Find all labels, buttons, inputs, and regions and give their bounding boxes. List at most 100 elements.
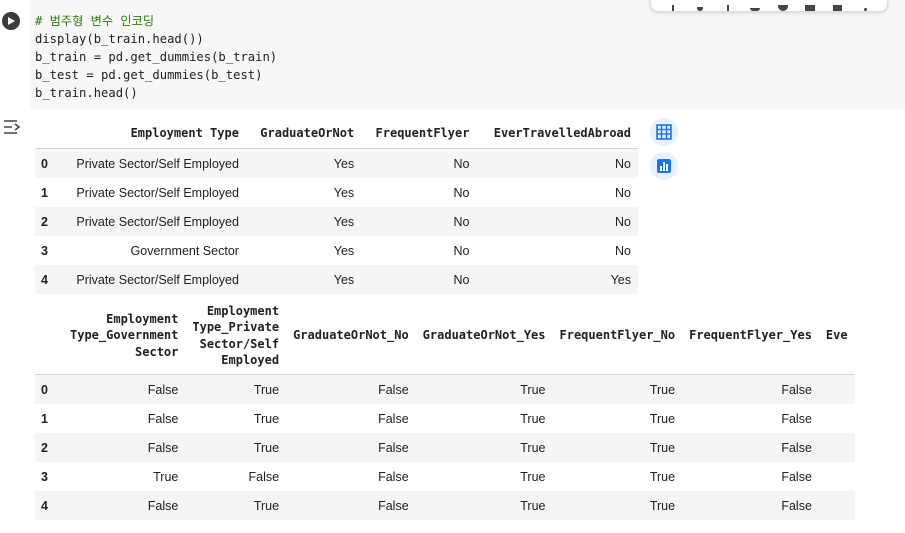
delete-icon[interactable] <box>831 1 845 11</box>
column-header: FrequentFlyer <box>361 118 477 149</box>
convert-to-interactive-table-button[interactable] <box>650 118 678 146</box>
table-row: 3 True False False True True False <box>35 462 855 491</box>
row-index: 3 <box>41 469 48 484</box>
header-line: Employment <box>106 311 179 326</box>
dataframe-output-2: Employment Type_Government Sector Employ… <box>35 297 855 520</box>
table-cell: False <box>781 469 812 484</box>
play-icon <box>8 17 15 25</box>
table-cell: True <box>253 411 280 426</box>
more-icon[interactable] <box>858 1 872 11</box>
code-line: b_test = pd.get_dummies(b_test) <box>35 68 263 82</box>
row-index: 4 <box>41 498 48 513</box>
table-cell: Yes <box>610 272 631 287</box>
table-cell: True <box>520 440 546 455</box>
table-cell: Yes <box>333 156 355 171</box>
code-line: # 범주형 변수 인코딩 <box>35 14 155 28</box>
column-header <box>35 118 58 149</box>
table-row: 0 Private Sector/Self Employed Yes No No <box>35 148 638 178</box>
column-header: GraduateOrNot_Yes <box>415 297 553 375</box>
table-cell: True <box>153 469 179 484</box>
code-editor[interactable]: # 범주형 변수 인코딩 display(b_train.head()) b_t… <box>30 0 905 110</box>
row-index: 2 <box>41 214 48 229</box>
arrow-up-icon[interactable] <box>666 1 680 11</box>
table-cell: True <box>649 498 676 513</box>
table-icon <box>656 124 672 140</box>
table-header-row: Employment Type GraduateOrNot FrequentFl… <box>35 118 638 149</box>
output-toggle-icon[interactable] <box>3 119 23 135</box>
header-line: Employment <box>206 303 280 318</box>
table-row: 4 Private Sector/Self Employed Yes No Ye… <box>35 265 638 294</box>
gear-icon[interactable] <box>776 1 790 11</box>
column-header <box>35 297 63 375</box>
table-cell: False <box>147 498 179 513</box>
table-cell: False <box>378 469 409 484</box>
table-row: 1 Private Sector/Self Employed Yes No No <box>35 178 638 207</box>
table-cell: True <box>649 440 676 455</box>
arrow-down-icon[interactable] <box>693 1 707 11</box>
table-cell: No <box>453 272 470 287</box>
table-cell: False <box>781 411 812 426</box>
table-cell: Private Sector/Self Employed <box>76 156 239 171</box>
table-cell: No <box>453 214 470 229</box>
table-cell: True <box>649 411 676 426</box>
table-cell: Yes <box>333 214 355 229</box>
table-row: 1 False True False True True False <box>35 404 855 433</box>
row-index: 0 <box>41 156 48 171</box>
table-cell: False <box>147 440 179 455</box>
column-header: Employment Type_Private Sector/Self Empl… <box>185 297 287 375</box>
table-cell: True <box>520 411 546 426</box>
column-header: GraduateOrNot <box>245 118 362 149</box>
header-line: Employed <box>221 353 280 367</box>
table-cell: No <box>615 185 631 200</box>
table-cell: False <box>378 411 409 426</box>
table-cell: Yes <box>333 272 355 287</box>
column-header: EverTravelledAbroad <box>476 118 638 149</box>
suggest-charts-button[interactable] <box>650 152 678 180</box>
table-cell-clipped <box>819 491 855 520</box>
table-cell: False <box>147 382 179 397</box>
run-cell-button[interactable] <box>2 12 20 30</box>
table-cell: False <box>147 411 179 426</box>
cell-toolbar <box>650 0 888 12</box>
table-row: 4 False True False True True False <box>35 491 855 520</box>
table-cell: Yes <box>333 185 355 200</box>
row-index: 4 <box>41 272 48 287</box>
table-cell: No <box>453 156 470 171</box>
column-header: Employment Type <box>57 118 246 149</box>
table-cell: True <box>649 382 676 397</box>
table-cell: False <box>378 498 409 513</box>
column-header: FrequentFlyer_Yes <box>682 297 819 375</box>
header-line: Sector/Self <box>199 336 280 351</box>
row-index: 3 <box>41 243 48 258</box>
column-header: Eve <box>818 297 855 375</box>
mirror-icon[interactable] <box>803 1 817 11</box>
table-cell: True <box>649 469 676 484</box>
column-header: FrequentFlyer_No <box>552 297 683 375</box>
comment-icon[interactable] <box>748 1 762 11</box>
table-cell: False <box>781 382 812 397</box>
table-cell: False <box>248 469 280 484</box>
table-cell-clipped <box>819 375 855 405</box>
table-cell: Yes <box>333 243 355 258</box>
table-cell: False <box>378 382 409 397</box>
table-cell: True <box>520 469 546 484</box>
row-index: 1 <box>41 411 48 426</box>
table-row: 0 False True False True True False <box>35 374 855 405</box>
table-row: 3 Government Sector Yes No No <box>35 236 638 265</box>
code-lines: # 범주형 변수 인코딩 display(b_train.head()) b_t… <box>35 12 277 102</box>
bar-chart-icon <box>657 159 671 173</box>
row-index: 2 <box>41 440 48 455</box>
table-cell: True <box>253 498 280 513</box>
table-cell: False <box>781 498 812 513</box>
table-cell: True <box>253 382 280 397</box>
table-cell: Private Sector/Self Employed <box>76 185 239 200</box>
table-cell: Private Sector/Self Employed <box>76 214 239 229</box>
table-cell: True <box>520 498 546 513</box>
table-cell: False <box>378 440 409 455</box>
table-row: 2 False True False True True False <box>35 433 855 462</box>
table-cell: False <box>781 440 812 455</box>
table-cell-clipped <box>819 404 855 433</box>
link-icon[interactable] <box>721 1 735 11</box>
table-cell: No <box>615 156 631 171</box>
code-line: display(b_train.head()) <box>35 32 204 46</box>
